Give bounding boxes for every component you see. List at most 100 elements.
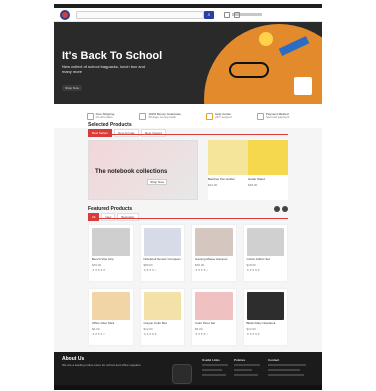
product-name: Cotton Fabric Set	[246, 257, 270, 261]
product-name: Office Glue Stick	[92, 321, 115, 325]
product-rating: ★★★★☆	[195, 268, 209, 272]
section-underline	[88, 218, 288, 219]
prev-icon[interactable]	[274, 206, 280, 212]
feature-item: 100% Money Guarantee 30 days money back	[139, 112, 181, 120]
search-icon: ⌕	[207, 12, 211, 18]
tab-most-viewed[interactable]: Most Viewed	[140, 129, 166, 137]
notebook-collection-banner[interactable]: The notebook collections Shop Now	[88, 140, 198, 200]
product-rating: ★★★★★	[143, 332, 157, 336]
product-image	[195, 292, 233, 320]
footer-column-title: Contact	[268, 358, 280, 362]
product-card[interactable]: Gaming Mouse Hammer $35.00 ★★★★☆	[191, 224, 237, 282]
footer-column-line	[268, 364, 306, 366]
site-footer: About Us We are a leading online store f…	[54, 352, 322, 390]
footer-about-text: We are a leading online store for school…	[62, 363, 142, 367]
product-card[interactable]: Office Glue Stick $6.00 ★★★★☆	[88, 288, 134, 346]
product-price: $45.00	[92, 263, 102, 267]
product-price: $12.00	[143, 327, 153, 331]
search-button[interactable]: ⌕	[204, 11, 214, 19]
product-card[interactable]: Color Pens Set $9.00 ★★★★☆	[191, 288, 237, 346]
product-rating: ★★★★★	[246, 268, 260, 272]
product-rating: ★★★★☆	[92, 332, 106, 336]
footer-bottom-bar	[54, 385, 322, 390]
header-icons	[224, 12, 240, 18]
cart-icon[interactable]	[234, 12, 240, 18]
banner-button[interactable]: Shop Now	[147, 179, 167, 185]
product-image	[92, 228, 130, 256]
product-card[interactable]: Notebook Sensor Computer $89.00 ★★★★☆	[139, 224, 185, 282]
tab-best-sellers[interactable]: Best Sellers	[88, 129, 113, 137]
help-icon	[206, 112, 214, 120]
next-icon[interactable]	[282, 206, 288, 212]
feature-subtitle: 30 days money back	[148, 115, 176, 119]
product-card[interactable]: Bench Vise Grip $45.00 ★★★★★	[88, 224, 134, 282]
hero-decoration-glasses	[229, 62, 269, 78]
feature-item: Help Center 24/7 support	[206, 112, 232, 120]
product-card[interactable]: Crayon Color Box $12.00 ★★★★★	[139, 288, 185, 346]
site-header: ⌕	[54, 8, 322, 22]
product-price: $6.00	[92, 327, 100, 331]
featured-products-tabs: All New Bestseller	[88, 213, 139, 221]
selected-products-tabs: Best Sellers New Arrivals Most Viewed	[88, 129, 166, 137]
product-image	[246, 228, 284, 256]
tab-bestseller[interactable]: Bestseller	[117, 213, 139, 221]
selected-products-section: Selected Products Best Sellers New Arriv…	[88, 122, 288, 202]
wishlist-icon[interactable]	[224, 12, 230, 18]
site-logo[interactable]	[60, 10, 70, 20]
feature-subtitle: On all orders	[95, 115, 113, 119]
selected-product-card[interactable]: Bamboo Pen Holder $22.00	[208, 140, 248, 200]
product-name: Bench Vise Grip	[92, 257, 114, 261]
selected-product-card[interactable]: Guitar Stand $48.00	[248, 140, 288, 200]
product-image	[208, 140, 248, 175]
payment-icon	[256, 112, 264, 120]
footer-column-line	[268, 374, 304, 376]
feature-item: Payment Method Secured payment	[256, 112, 290, 120]
product-price: $48.00	[248, 183, 258, 187]
product-rating: ★★★★★	[246, 332, 260, 336]
footer-column-title: Policies	[234, 358, 246, 362]
footer-column-line	[234, 369, 252, 371]
product-name: Crayon Color Box	[143, 321, 168, 325]
tab-new[interactable]: New	[101, 213, 116, 221]
footer-column-line	[234, 374, 258, 376]
product-image	[143, 228, 181, 256]
product-image	[92, 292, 130, 320]
product-name: Color Pens Set	[195, 321, 216, 325]
product-price: $22.00	[208, 183, 218, 187]
footer-logo	[172, 364, 192, 384]
hero-banner: It's Back To School New collect of schoo…	[54, 22, 322, 104]
product-card[interactable]: Black Diary Notebook $14.00 ★★★★★	[242, 288, 288, 346]
product-rating: ★★★★☆	[143, 268, 157, 272]
banner-text: The notebook collections	[95, 169, 168, 175]
footer-column-title: Useful Links	[202, 358, 220, 362]
featured-products-title: Featured Products	[88, 206, 133, 212]
product-name: Notebook Sensor Computer	[143, 257, 181, 261]
product-image	[248, 140, 288, 175]
product-rating: ★★★★★	[92, 268, 106, 272]
hero-subtitle: New collect of school bagpacks, lunch bo…	[62, 64, 145, 74]
featured-products-grid: Bench Vise Grip $45.00 ★★★★★ Notebook Se…	[88, 224, 288, 346]
tab-all[interactable]: All	[88, 213, 100, 221]
selected-products-title: Selected Products	[88, 122, 132, 128]
money-icon	[139, 112, 147, 120]
product-name: Bamboo Pen Holder	[208, 177, 236, 181]
section-underline	[88, 134, 288, 135]
search-input[interactable]	[76, 11, 204, 19]
tab-new-arrivals[interactable]: New Arrivals	[114, 129, 139, 137]
feature-subtitle: Secured payment	[265, 115, 290, 119]
feature-item: Free Shipping On all orders	[86, 112, 114, 120]
footer-column-line	[202, 369, 222, 371]
footer-column-line	[202, 364, 228, 366]
footer-column-line	[268, 369, 300, 371]
shipping-icon	[86, 112, 94, 120]
web-page: ⌕ It's Back To School New collect of sch…	[54, 4, 322, 390]
hero-decoration-paper	[294, 77, 312, 95]
hero-decoration-sticker	[259, 32, 273, 46]
footer-column-line	[234, 364, 260, 366]
featured-products-section: Featured Products All New Bestseller Ben…	[88, 206, 288, 350]
footer-about-title: About Us	[62, 356, 85, 362]
product-rating: ★★★★☆	[195, 332, 209, 336]
product-card[interactable]: Cotton Fabric Set $18.00 ★★★★★	[242, 224, 288, 282]
hero-shop-button[interactable]: Shop Now	[62, 85, 82, 91]
product-price: $18.00	[246, 263, 256, 267]
